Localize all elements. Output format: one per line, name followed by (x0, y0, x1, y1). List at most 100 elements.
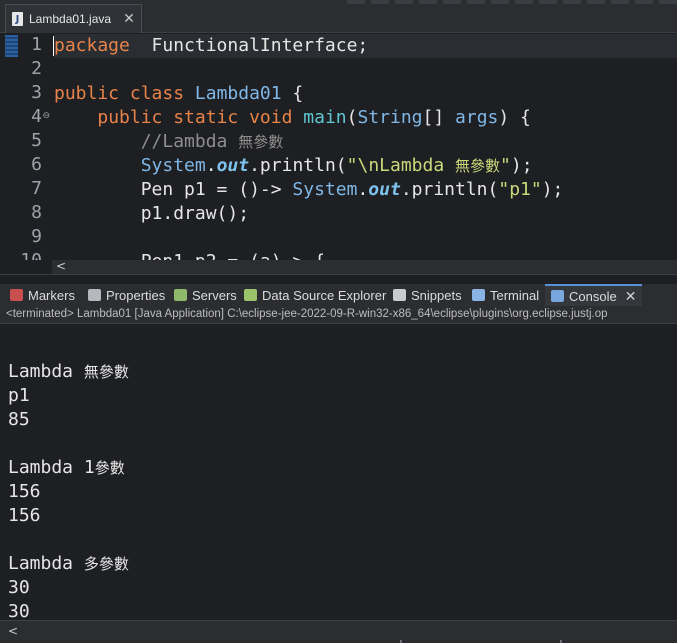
line-number: 3 (31, 82, 42, 103)
code-line[interactable]: package FunctionalInterface; (53, 34, 677, 58)
line-number: 8 (31, 202, 42, 223)
line-number: 1 (31, 34, 42, 55)
code-editor[interactable]: 1 2 3 4⊖5 6 7 8 9 10 package FunctionalInterface… (0, 33, 677, 260)
close-icon[interactable]: ✕ (123, 11, 135, 27)
console-text: 30 (8, 601, 30, 622)
code-token: 無參數 (455, 157, 501, 175)
console-text: 無參數 (83, 363, 129, 381)
view-tab-label: Terminal (490, 287, 540, 303)
view-tab-markers[interactable]: Markers (10, 284, 75, 306)
code-line[interactable]: //Lambda 無參數 (54, 130, 284, 154)
java-file-icon: J (12, 12, 23, 26)
view-tab-data-source-explorer[interactable]: Data Source Explorer (244, 284, 386, 306)
view-tab-label: Console (569, 288, 617, 304)
console-text: 85 (8, 409, 30, 430)
console-status: <terminated> Lambda01 [Java Application]… (0, 306, 677, 324)
code-token: Pen p1 = ()-> (54, 179, 293, 200)
view-tab-label: Servers (192, 287, 237, 303)
console-line: Lambda 無參數 (8, 360, 129, 384)
line-number-gutter: 1 2 3 4⊖5 6 7 8 9 10 (0, 33, 52, 260)
snippets-icon (393, 289, 406, 301)
code-token: out (368, 179, 401, 200)
scroll-left-icon[interactable]: < (8, 624, 18, 638)
code-token: . (357, 179, 369, 200)
toolbar-strip (347, 0, 677, 4)
view-tab-snippets[interactable]: Snippets (393, 284, 462, 306)
panel-divider (0, 274, 677, 284)
editor-horizontal-scrollbar[interactable]: < (52, 259, 677, 274)
view-tab-servers[interactable]: Servers (174, 284, 237, 306)
code-token: [] (422, 107, 456, 128)
view-tab-label: Data Source Explorer (262, 287, 387, 303)
code-line[interactable]: Pen1 p2 = (a)-> { (54, 250, 325, 260)
line-number: 7 (31, 178, 42, 199)
code-token: ) { (498, 107, 531, 128)
code-line[interactable]: p1.draw(); (54, 202, 249, 226)
code-line[interactable]: Pen p1 = ()-> System.out.println("p1"); (54, 178, 564, 202)
console-line: 156 (8, 504, 41, 528)
code-token: Lambda01 (194, 83, 282, 104)
code-token: System (292, 179, 358, 200)
console-line: 30 (8, 576, 30, 600)
code-token: { (281, 83, 304, 104)
editor-tab-bar: J Lambda01.java ✕ (0, 0, 677, 33)
servers-icon (174, 289, 187, 301)
fold-collapse-icon[interactable]: ⊖ (42, 111, 50, 121)
console-text: 多參數 (83, 555, 129, 573)
views-tab-bar: Markers Properties Servers Data Source Expl… (0, 284, 677, 306)
line-number: 4 (31, 106, 42, 127)
code-token: package (54, 35, 130, 56)
code-token: //Lambda (140, 131, 239, 152)
console-output[interactable]: Lambda 無參數 p1 85 Lambda 1參數 156 156 Lambda 多參數… (0, 324, 677, 622)
code-line[interactable]: public static void main(String[] args) { (54, 106, 531, 130)
code-token: System (140, 155, 206, 176)
code-token: " (500, 155, 511, 176)
editor-tab-lambda01[interactable]: J Lambda01.java ✕ (5, 4, 142, 33)
console-line: 85 (8, 408, 30, 432)
view-tab-properties[interactable]: Properties (88, 284, 165, 306)
line-number: 5 (31, 130, 42, 151)
line-number: 6 (31, 154, 42, 175)
code-token: . (205, 155, 217, 176)
console-text: 156 (8, 505, 41, 526)
close-icon[interactable]: ✕ (625, 288, 637, 305)
code-token: "p1" (498, 179, 542, 200)
line-number: 9 (31, 226, 42, 247)
code-line[interactable]: public class Lambda01 { (54, 82, 303, 106)
view-tab-label: Markers (28, 287, 75, 303)
view-tab-terminal[interactable]: Terminal (472, 284, 539, 306)
console-line: p1 (8, 384, 30, 408)
line-number: 10 (12, 250, 42, 260)
properties-icon (88, 289, 101, 301)
view-tab-console[interactable]: Console ✕ (545, 284, 643, 306)
code-token: .println( (249, 155, 347, 176)
console-line: 156 (8, 480, 41, 504)
view-tab-label: Snippets (411, 287, 462, 303)
terminal-icon (472, 289, 485, 301)
code-token: args (455, 107, 499, 128)
scroll-left-icon[interactable]: < (56, 259, 66, 273)
line-number: 2 (31, 58, 42, 79)
code-token: main (303, 107, 347, 128)
console-text: 156 (8, 481, 41, 502)
console-icon (551, 290, 564, 302)
code-token: FunctionalInterface; (129, 35, 369, 56)
code-token: "\nLambda (346, 155, 456, 176)
code-line[interactable]: System.out.println("\nLambda 無參數"); (54, 154, 533, 178)
console-text: p1 (8, 385, 30, 406)
markers-icon (10, 289, 23, 301)
console-line: Lambda 1參數 (8, 456, 125, 480)
console-text: 30 (8, 577, 30, 598)
code-token: 無參數 (238, 133, 284, 151)
code-token: ); (541, 179, 564, 200)
console-text: Lambda (8, 361, 84, 382)
console-line: Lambda 多參數 (8, 552, 129, 576)
code-token: .println( (400, 179, 499, 200)
console-text: Lambda 1 (8, 457, 95, 478)
code-token: public static void (97, 107, 304, 128)
code-token: out (216, 155, 250, 176)
code-token: p1.draw(); (54, 203, 250, 224)
